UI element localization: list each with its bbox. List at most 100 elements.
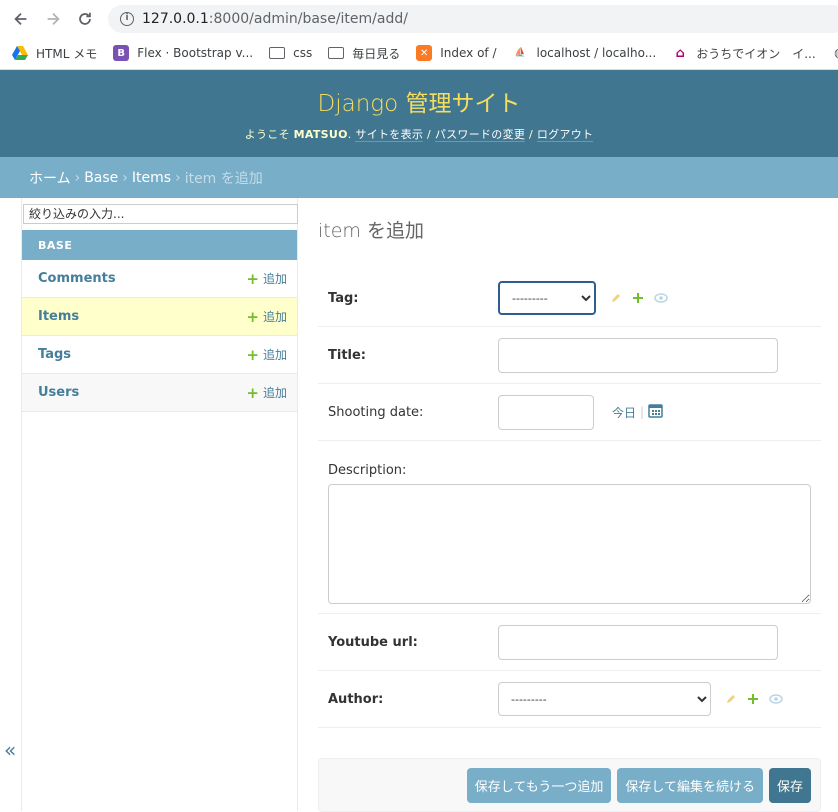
home-icon: ⌂ [675, 45, 685, 61]
submit-row: 保存してもう一つ追加 保存して編集を続ける 保存 [318, 758, 821, 812]
bookmark-label: Flex · Bootstrap v... [137, 46, 254, 60]
plus-icon: + [246, 345, 259, 364]
forward-icon[interactable] [42, 8, 64, 30]
form-row-tag: Tag: --------- [318, 270, 821, 327]
form-row-author: Author: --------- [318, 671, 821, 728]
sidebar-inner: BASE Comments +追加 Items +追加 Tags +追加 Use… [21, 198, 298, 811]
title-input[interactable] [498, 337, 778, 373]
add-label: 追加 [262, 348, 287, 362]
main-content: item を追加 Tag: --------- Title: Shooting … [318, 198, 821, 812]
save-button[interactable]: 保存 [768, 767, 811, 803]
youtube-url-input[interactable] [498, 624, 778, 660]
bookmark-aeon[interactable]: ⌂ おうちでイオン イ... [672, 45, 816, 62]
browser-nav-row: i 127.0.0.1:8000/admin/base/item/add/ [0, 0, 838, 38]
form-row-shooting-date: Shooting date: 今日 | [318, 384, 821, 441]
eye-icon[interactable] [769, 694, 783, 704]
folder-icon [328, 47, 345, 59]
breadcrumb-separator: › [74, 169, 81, 186]
bookmarks-bar: HTML メモ B Flex · Bootstrap v... css 毎日見る… [0, 38, 838, 68]
calendar-icon[interactable] [648, 403, 663, 421]
bookmark-localhost[interactable]: ⛵ localhost / localho... [513, 45, 657, 61]
add-related-icon[interactable] [632, 292, 644, 304]
tag-related-actions [610, 292, 678, 304]
bookmark-html-memo[interactable]: HTML メモ [12, 45, 97, 62]
save-and-continue-button[interactable]: 保存して編集を続ける [617, 767, 763, 803]
save-and-add-another-button[interactable]: 保存してもう一つ追加 [466, 767, 612, 803]
globe-icon: ◍ [832, 45, 838, 61]
add-user-link[interactable]: + 追加 [246, 384, 287, 402]
pencil-icon[interactable] [725, 693, 737, 705]
breadcrumb-separator: › [175, 169, 181, 186]
page-title: item を追加 [318, 220, 424, 242]
add-label: 追加 [262, 310, 287, 324]
bookmark-index[interactable]: ✕ Index of / [416, 45, 497, 61]
pencil-icon[interactable] [610, 292, 622, 304]
model-link[interactable]: Comments [38, 271, 246, 286]
bookmark-label: localhost / localho... [536, 46, 657, 60]
model-link[interactable]: Tags [38, 347, 246, 362]
sidebar-item-items[interactable]: Items + 追加 [22, 298, 297, 336]
bookmark-daily[interactable]: 毎日見る [328, 45, 400, 62]
address-bar[interactable]: i 127.0.0.1:8000/admin/base/item/add/ [108, 5, 838, 33]
add-tag-link[interactable]: + 追加 [246, 346, 287, 364]
youtube-url-label: Youtube url: [328, 634, 418, 650]
site-brand[interactable]: Django 管理サイト [0, 70, 838, 118]
model-link[interactable]: Users [38, 385, 246, 400]
breadcrumb-app[interactable]: Base [84, 170, 118, 186]
bookmark-label: HTML メモ [36, 46, 98, 61]
author-label: Author: [328, 691, 384, 707]
bookmark-label: 毎日見る [352, 46, 401, 61]
browser-chrome: i 127.0.0.1:8000/admin/base/item/add/ HT… [0, 0, 838, 70]
url-path: :8000/admin/base/item/add/ [208, 11, 408, 27]
breadcrumb-separator: › [122, 169, 128, 186]
site-info-icon[interactable]: i [120, 12, 134, 26]
today-link[interactable]: 今日 [612, 404, 636, 421]
add-related-icon[interactable] [747, 693, 759, 705]
plus-icon: + [246, 383, 259, 402]
nav-sidebar: BASE Comments +追加 Items +追加 Tags +追加 Use… [0, 198, 298, 811]
tag-select[interactable]: --------- [498, 281, 596, 315]
change-password-link[interactable]: パスワードの変更 [434, 128, 526, 142]
description-label: Description: [328, 463, 407, 478]
model-link[interactable]: Items [38, 309, 246, 324]
back-icon[interactable] [10, 8, 32, 30]
bookmark-css[interactable]: css [269, 46, 312, 60]
author-related-actions [725, 693, 793, 705]
description-textarea[interactable] [328, 484, 811, 604]
bookmark-bootstrap[interactable]: B Flex · Bootstrap v... [113, 45, 253, 61]
add-comment-link[interactable]: + 追加 [246, 270, 287, 288]
date-shortcuts: 今日 | [612, 403, 663, 421]
username: MATSUO [293, 128, 348, 141]
author-select[interactable]: --------- [498, 682, 711, 716]
url-host: 127.0.0.1 [142, 11, 209, 27]
add-label: 追加 [262, 386, 287, 400]
shooting-date-label: Shooting date: [328, 404, 424, 420]
site-header: Django 管理サイト ようこそ MATSUO. サイトを表示 / パスワード… [0, 70, 838, 157]
sidebar-item-users[interactable]: Users + 追加 [22, 374, 297, 412]
breadcrumb-home[interactable]: ホーム [29, 168, 71, 188]
shortcut-divider: | [640, 405, 645, 419]
sidebar-filter-input[interactable] [23, 204, 298, 224]
breadcrumb: ホーム › Base › Items › item を追加 [0, 157, 838, 198]
logout-link[interactable]: ログアウト [536, 128, 594, 142]
sidebar-item-tags[interactable]: Tags + 追加 [22, 336, 297, 374]
title-label: Title: [328, 347, 367, 363]
xampp-icon: ✕ [416, 45, 433, 61]
bookmark-label: Index of / [440, 46, 497, 60]
bookmark-label: css [293, 46, 313, 60]
add-label: 追加 [262, 272, 287, 286]
eye-icon[interactable] [654, 293, 668, 303]
add-item-link[interactable]: + 追加 [246, 308, 287, 326]
bookmark-ni[interactable]: ◍ ni [832, 45, 838, 61]
app-caption-base[interactable]: BASE [22, 230, 297, 260]
shooting-date-input[interactable] [498, 394, 594, 430]
reload-icon[interactable] [74, 8, 96, 30]
form-row-title: Title: [318, 327, 821, 384]
view-site-link[interactable]: サイトを表示 [355, 128, 424, 142]
sidebar-item-comments[interactable]: Comments + 追加 [22, 260, 297, 298]
plus-icon: + [246, 307, 259, 326]
toggle-sidebar-button[interactable]: « [4, 738, 16, 762]
form-row-description: Description: [318, 441, 821, 614]
breadcrumb-model[interactable]: Items [132, 170, 171, 186]
welcome-text: ようこそ [244, 128, 290, 141]
